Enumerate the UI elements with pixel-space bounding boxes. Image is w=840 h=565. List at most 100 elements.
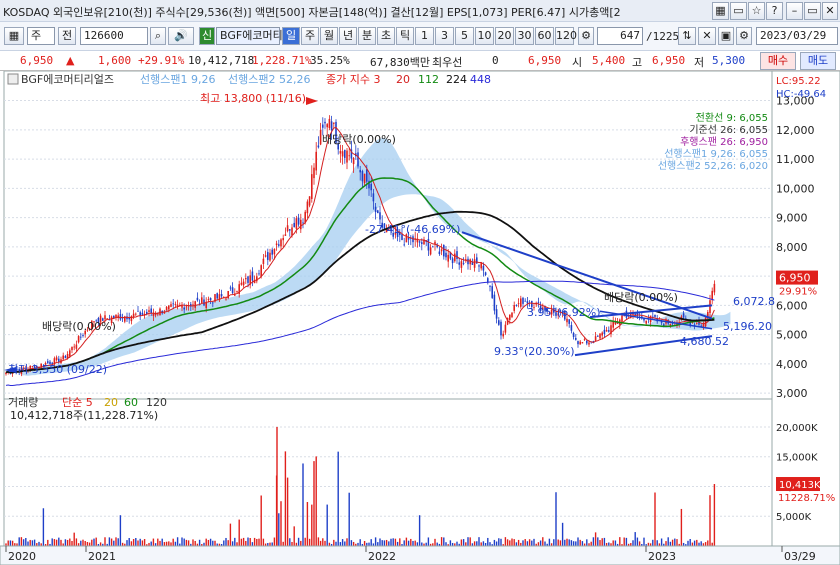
tab-minute-5[interactable]: 5 — [455, 27, 474, 45]
volume-bar — [73, 532, 75, 546]
buy-button[interactable]: 매수 — [760, 52, 796, 70]
candle-body — [322, 124, 324, 128]
candle-body — [135, 313, 137, 315]
sell-button[interactable]: 매도 — [800, 52, 836, 70]
candle-body — [696, 322, 698, 324]
candle-body — [291, 227, 293, 236]
tab-period-4[interactable]: 분 — [358, 27, 376, 45]
tab-period-3[interactable]: 년 — [339, 27, 357, 45]
market-select[interactable]: 주 — [27, 27, 55, 45]
volume-bar — [696, 539, 698, 546]
tab-minute-30[interactable]: 30 — [515, 27, 534, 45]
window-icon[interactable]: ▭ — [730, 2, 747, 20]
x-axis — [0, 545, 840, 565]
pref-value: 0 — [492, 54, 499, 67]
volume-bar — [251, 542, 254, 546]
tab-period-5[interactable]: 초 — [377, 27, 395, 45]
up-arrow-icon: ▲ — [66, 54, 75, 67]
config-icon[interactable]: ⚙ — [736, 27, 752, 45]
amount-value: 67,830백만 — [370, 56, 430, 69]
volume-bar — [460, 539, 463, 546]
volume-bar — [687, 540, 689, 546]
crosshair-icon[interactable]: ✕ — [698, 27, 716, 45]
volume-bar — [308, 538, 311, 546]
candle-body — [308, 196, 311, 206]
volume-bar — [603, 537, 606, 546]
volume-bar — [379, 538, 381, 546]
stock-code-input[interactable]: 126600 — [80, 27, 148, 45]
speaker-icon[interactable]: 🔊 — [168, 27, 194, 45]
volume-bar — [58, 537, 60, 546]
volume-bar — [561, 522, 564, 546]
volume-bar — [60, 539, 62, 546]
tab-minute-1[interactable]: 1 — [415, 27, 434, 45]
volume-bar — [700, 541, 702, 546]
volume-bar — [22, 539, 25, 546]
candle-body — [159, 308, 161, 316]
candle-body — [165, 306, 168, 311]
volume-bar — [599, 540, 601, 546]
compare-icon[interactable]: ⇅ — [678, 27, 696, 45]
volume-bar — [339, 542, 342, 546]
tab-minute-3[interactable]: 3 — [435, 27, 454, 45]
tab-period-1[interactable]: 주 — [301, 27, 319, 45]
tab-minute-20[interactable]: 20 — [495, 27, 514, 45]
volume-bar — [449, 540, 452, 546]
price-chart[interactable]: 13,00012,00011,00010,0009,0008,0007,0006… — [0, 71, 840, 565]
tab-minute-60[interactable]: 60 — [535, 27, 554, 45]
tab-period-0[interactable]: 일 — [282, 27, 300, 45]
ask-price: 6,950 — [528, 54, 562, 67]
volume-bar — [671, 539, 674, 546]
minimize-icon[interactable]: – — [786, 2, 803, 20]
grid-view-icon[interactable]: ▦ — [4, 27, 24, 45]
prev-button[interactable]: 전 — [58, 27, 76, 45]
y-tick-label: 5,000 — [776, 329, 808, 342]
tab-period-6[interactable]: 틱 — [396, 27, 414, 45]
volume-bar — [643, 537, 645, 546]
volume-bar — [247, 537, 249, 546]
volume-bar — [597, 537, 599, 546]
settings-icon[interactable]: ⚙ — [578, 27, 594, 45]
candle-body — [654, 314, 656, 317]
candle-body — [77, 336, 80, 343]
stock-info-text: KOSDAQ 외국인보유[210(천)] 주식수[29,536(천)] 액면[5… — [3, 6, 621, 19]
volume-bar — [680, 508, 683, 546]
volume-bar — [212, 540, 214, 546]
candle-body — [192, 304, 194, 306]
volume-bar — [544, 541, 546, 546]
date-input[interactable]: 2023/03/29 — [756, 27, 838, 45]
help-icon[interactable]: ? — [766, 2, 783, 20]
candle-body — [330, 121, 333, 131]
volume-bar — [513, 539, 515, 546]
tab-period-2[interactable]: 월 — [320, 27, 338, 45]
tab-minute-120[interactable]: 120 — [555, 27, 577, 45]
close-icon[interactable]: ✕ — [822, 2, 838, 20]
candle-body — [460, 261, 463, 268]
low-value: 5,300 — [712, 54, 746, 67]
volume-bar — [51, 538, 53, 546]
save-icon[interactable]: ▣ — [718, 27, 734, 45]
candle-body — [517, 303, 520, 305]
restore-icon[interactable]: ▭ — [804, 2, 821, 20]
star-icon[interactable]: ☆ — [748, 2, 765, 20]
candle-body — [520, 298, 522, 307]
grid-icon[interactable]: ▦ — [712, 2, 729, 20]
candle-body — [482, 265, 485, 271]
data-count-input[interactable]: 647 — [597, 27, 643, 45]
candle-body — [511, 312, 513, 318]
candle-body — [489, 286, 491, 287]
volume-bar — [524, 539, 526, 546]
volume-bar — [141, 540, 144, 546]
volume-bar — [542, 537, 544, 546]
low-annotation: 최저 3,550 (09/22) — [8, 363, 107, 376]
candle-body — [62, 355, 64, 360]
volume-bar — [374, 537, 377, 546]
candle-body — [174, 304, 177, 305]
candle-body — [566, 318, 568, 323]
volume-bar — [654, 492, 656, 546]
tab-minute-10[interactable]: 10 — [475, 27, 494, 45]
candle-body — [148, 310, 150, 312]
search-icon[interactable]: ⌕ — [150, 27, 166, 45]
volume-bar — [170, 542, 172, 546]
volume-bar — [278, 513, 280, 546]
